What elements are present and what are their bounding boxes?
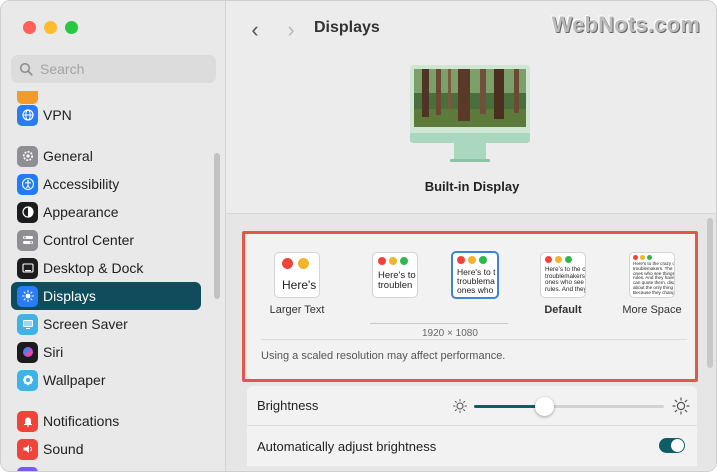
resolution-option-2[interactable]: Here's to troublen (359, 252, 431, 298)
sidebar-item-label: VPN (43, 107, 72, 123)
sample-text: Here's to troublen (378, 270, 416, 291)
search-icon (19, 62, 33, 76)
sample-text: Here's to t troublema ones who (457, 267, 496, 295)
focus-icon (17, 466, 38, 471)
option-label: More Space (622, 304, 682, 316)
window-controls (23, 21, 78, 34)
sidebar-item-control-center[interactable]: Control Center (11, 226, 201, 254)
slider-fill (474, 405, 544, 408)
sidebar-item-label: Wallpaper (43, 372, 106, 388)
resolution-thumbnail: Here's (274, 252, 320, 298)
resolution-thumbnail: Here's to the crazy one troublemakers. T… (629, 252, 675, 298)
forward-button[interactable]: › (281, 17, 301, 43)
imac-foot (450, 159, 490, 162)
search-input[interactable] (40, 61, 210, 77)
resolution-option-3[interactable]: Here's to t troublema ones who (447, 251, 503, 299)
sidebar-item-label: General (43, 148, 93, 164)
sun-large-icon (672, 397, 690, 415)
speaker-icon (17, 438, 38, 460)
search-field[interactable] (11, 55, 216, 83)
imac-stand (454, 143, 486, 159)
sidebar-item-label: Screen Saver (43, 316, 128, 332)
sidebar-item-label: Notifications (43, 413, 120, 429)
sample-text: Here's to the c troublemakers. ones who … (545, 266, 585, 293)
sun-icon (17, 285, 38, 307)
main-scrollbar[interactable] (707, 218, 713, 368)
imac-chin (410, 133, 530, 143)
globe-icon (17, 104, 38, 126)
sidebar-item-vpn[interactable]: VPN (11, 101, 201, 129)
sidebar-item-wallpaper[interactable]: Wallpaper (11, 366, 201, 394)
sidebar-item-screen-saver[interactable]: Screen Saver (11, 310, 201, 338)
sample-text: Here's (282, 278, 317, 292)
settings-window: VPN General Accessibility Appearance (0, 0, 717, 472)
sidebar-item-label: Appearance (43, 204, 119, 220)
close-button[interactable] (23, 21, 36, 34)
sidebar-item-partial[interactable] (11, 463, 201, 471)
auto-brightness-label: Automatically adjust brightness (257, 438, 437, 454)
brightness-label: Brightness (257, 398, 319, 413)
sidebar-item-label: Control Center (43, 232, 135, 248)
resolution-option-default[interactable]: Here's to the c troublemakers. ones who … (527, 252, 599, 316)
toolbar: ‹ › Displays WebNots.com (226, 1, 716, 55)
sidebar-item-appearance[interactable]: Appearance (11, 198, 201, 226)
resolution-range-line (370, 323, 508, 324)
sidebar-item-label: Accessibility (43, 176, 120, 192)
gear-icon (17, 145, 38, 167)
sidebar-item-general[interactable]: General (11, 142, 201, 170)
sidebar: VPN General Accessibility Appearance (1, 1, 226, 471)
zoom-button[interactable] (65, 21, 78, 34)
resolution-panel: Here's Larger Text Here's to troublen He… (247, 232, 697, 379)
sidebar-item-siri[interactable]: Siri (11, 338, 201, 366)
current-resolution: 1920 × 1080 (422, 328, 478, 339)
sidebar-item-label: Sound (43, 441, 84, 457)
resolution-option-larger-text[interactable]: Here's Larger Text (247, 252, 347, 316)
option-label: Larger Text (269, 304, 325, 316)
performance-note: Using a scaled resolution may affect per… (261, 350, 506, 362)
sidebar-item-displays[interactable]: Displays (11, 282, 201, 310)
resolution-option-more-space[interactable]: Here's to the crazy one troublemakers. T… (607, 252, 697, 316)
imac-image (410, 65, 530, 162)
accessibility-icon (17, 173, 38, 195)
resolution-thumbnail: Here's to the c troublemakers. ones who … (540, 252, 586, 298)
slider-knob[interactable] (535, 397, 554, 416)
appearance-icon (17, 201, 38, 223)
control-center-icon (17, 229, 38, 251)
sidebar-list: VPN General Accessibility Appearance Con… (1, 91, 226, 471)
minimize-button[interactable] (44, 21, 57, 34)
watermark-logo: WebNots.com (551, 12, 700, 37)
forest-wallpaper-image (410, 65, 530, 135)
page-title: Displays (314, 19, 380, 36)
brightness-slider[interactable] (452, 397, 690, 416)
sun-small-icon (453, 399, 467, 413)
brightness-row: Brightness (247, 386, 697, 426)
bell-icon (17, 410, 38, 432)
display-preview: Built-in Display (226, 55, 716, 213)
sidebar-item-notifications[interactable]: Notifications (11, 407, 201, 435)
sidebar-item-label: Desktop & Dock (43, 260, 144, 276)
screen-saver-icon (17, 313, 38, 335)
sidebar-item-accessibility[interactable]: Accessibility (11, 170, 201, 198)
sidebar-item-label: Siri (43, 344, 64, 360)
divider (261, 339, 687, 340)
settings-content: Here's Larger Text Here's to troublen He… (226, 213, 716, 471)
sample-text: Here's to the crazy one troublemakers. T… (633, 261, 674, 295)
option-label: Default (544, 304, 582, 316)
slider-track[interactable] (474, 397, 664, 416)
sidebar-item-label: Displays (43, 288, 96, 304)
siri-icon (17, 341, 38, 363)
sidebar-item-sound[interactable]: Sound (11, 435, 201, 463)
resolution-thumbnail-selected: Here's to t troublema ones who (451, 251, 499, 299)
auto-brightness-row: Automatically adjust brightness (247, 426, 697, 466)
dock-icon (17, 257, 38, 279)
auto-brightness-toggle[interactable] (659, 438, 685, 453)
sidebar-item-desktop-dock[interactable]: Desktop & Dock (11, 254, 201, 282)
resolution-thumbnail: Here's to troublen (372, 252, 418, 298)
wallpaper-icon (17, 369, 38, 391)
back-button[interactable]: ‹ (245, 17, 265, 43)
sidebar-scrollbar[interactable] (214, 153, 220, 299)
main-panel: ‹ › Displays WebNots.com Built-in Displa… (226, 1, 716, 471)
display-name: Built-in Display (424, 179, 520, 194)
